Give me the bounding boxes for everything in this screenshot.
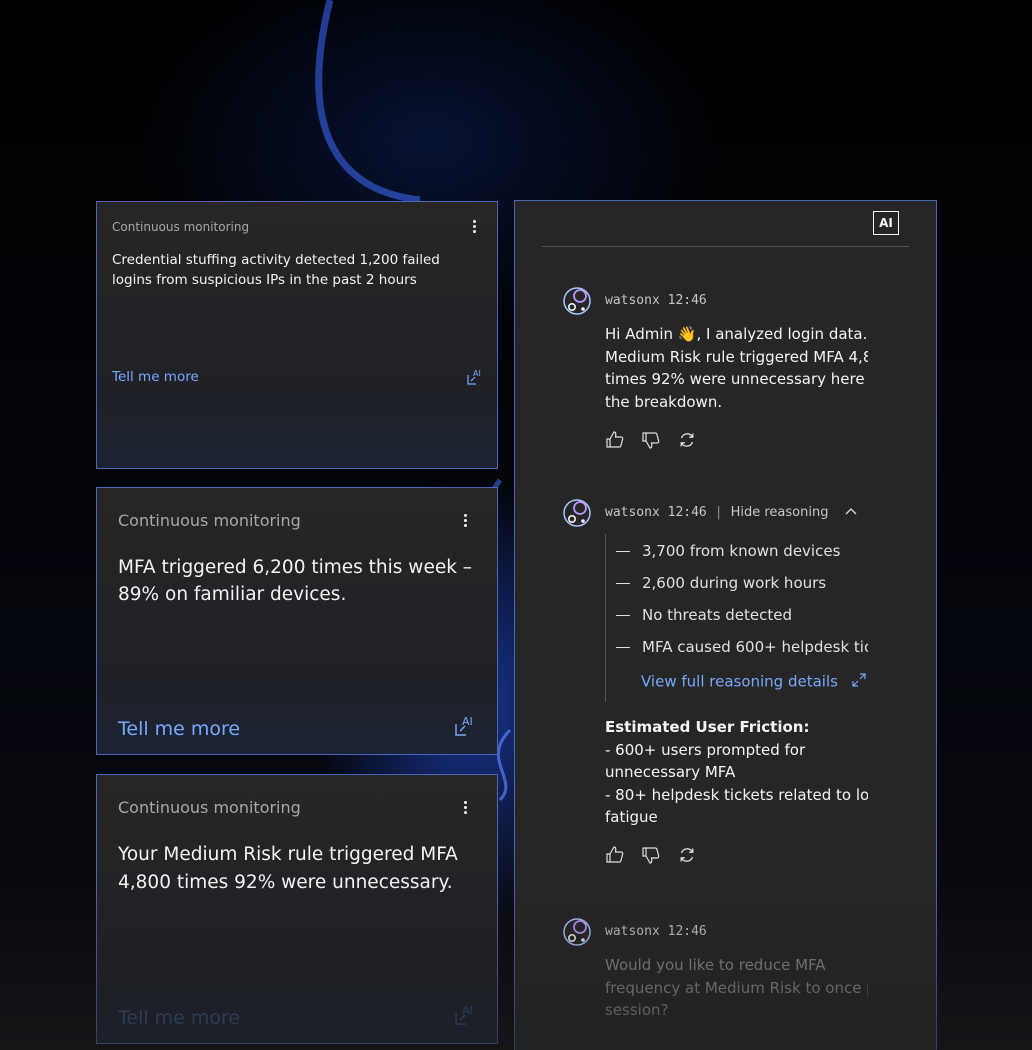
thumbs-up-icon[interactable] [605, 845, 625, 865]
card-kicker: Continuous monitoring [118, 511, 301, 530]
message-sender: watsonx 12:46 [605, 924, 707, 939]
message-actions [605, 845, 697, 865]
maximize-icon[interactable] [851, 672, 867, 692]
insight-card-medium-risk[interactable]: Continuous monitoring Your Medium Risk r… [96, 774, 498, 1044]
message-actions [605, 430, 697, 450]
thumbs-down-icon[interactable] [641, 430, 661, 450]
message-text: Would you like to reduce MFA frequency a… [605, 956, 868, 1019]
message-sender: watsonx 12:46 [605, 293, 707, 308]
thumbs-up-icon[interactable] [605, 430, 625, 450]
view-reasoning-link[interactable]: View full reasoning details [641, 672, 867, 692]
tell-me-more-link[interactable]: Tell me more [118, 718, 240, 740]
watsonx-avatar-icon [562, 916, 594, 948]
ai-launch-icon[interactable]: AI [465, 369, 483, 391]
thumbs-down-icon[interactable] [641, 845, 661, 865]
card-kicker: Continuous monitoring [112, 220, 250, 234]
ai-badge: AI [873, 211, 899, 235]
header-divider [542, 246, 909, 247]
message-sender: watsonx 12:46 | Hide reasoning [605, 505, 858, 520]
reasoning-rail [605, 534, 606, 702]
card-kicker: Continuous monitoring [118, 798, 301, 817]
message-text: Hi Admin 👋, I analyzed login data. Your … [605, 325, 868, 411]
svg-text:AI: AI [473, 369, 481, 378]
tell-me-more-link[interactable]: Tell me more [112, 369, 199, 385]
reasoning-item: No threats detected [616, 606, 868, 624]
reasoning-item: MFA caused 600+ helpdesk tickets [616, 638, 868, 656]
card-body: MFA triggered 6,200 times this week – 89… [118, 557, 473, 605]
card-body: Your Medium Risk rule triggered MFA 4,80… [118, 844, 458, 893]
reasoning-item: 2,600 during work hours [616, 574, 868, 592]
card-body: Credential stuffing activity detected 1,… [112, 252, 440, 288]
watsonx-avatar-icon [562, 497, 594, 529]
regenerate-icon[interactable] [677, 430, 697, 450]
insight-card-credential-stuffing[interactable]: Continuous monitoring Credential stuffin… [96, 201, 498, 469]
chevron-up-icon[interactable] [844, 505, 858, 520]
regenerate-icon[interactable] [677, 845, 697, 865]
overflow-menu-icon[interactable] [457, 512, 473, 528]
reasoning-item: 3,700 from known devices [616, 542, 868, 560]
insight-card-mfa-triggered[interactable]: Continuous monitoring MFA triggered 6,20… [96, 487, 498, 755]
friction-summary: Estimated User Friction: - 600+ users pr… [605, 718, 868, 826]
ai-launch-icon[interactable]: AI [453, 1004, 475, 1031]
overflow-menu-icon[interactable] [466, 218, 482, 234]
svg-text:AI: AI [462, 1005, 473, 1017]
svg-text:AI: AI [462, 716, 473, 728]
hide-reasoning-toggle[interactable]: Hide reasoning [731, 505, 829, 520]
ai-chat-panel: AI watsonx 12:46 Hi Admin 👋, I analyzed … [514, 200, 937, 1050]
ai-launch-icon[interactable]: AI [453, 715, 475, 742]
watsonx-avatar-icon [562, 285, 594, 317]
overflow-menu-icon[interactable] [457, 799, 473, 815]
tell-me-more-link[interactable]: Tell me more [118, 1007, 240, 1029]
